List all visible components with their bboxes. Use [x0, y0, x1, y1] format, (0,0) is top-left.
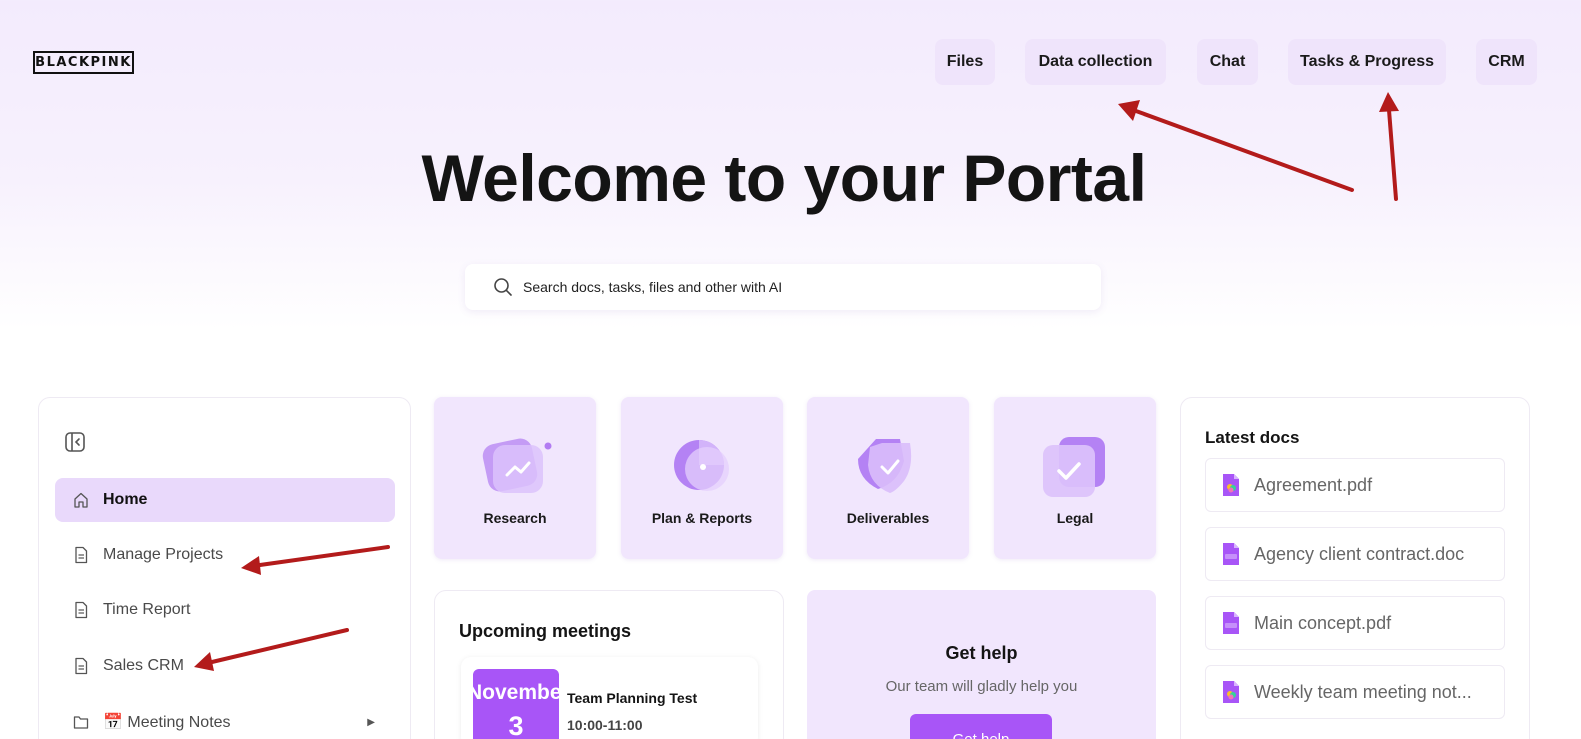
search-bar[interactable] [465, 264, 1101, 310]
doc-name: Agency client contract.doc [1254, 543, 1465, 564]
meeting-item[interactable]: November 3 Team Planning Test 10:00-11:0… [461, 657, 758, 739]
doc-item-main-concept[interactable]: Main concept.pdf [1205, 596, 1505, 650]
tile-label: Legal [1056, 510, 1094, 526]
sidebar-item-manage-projects[interactable]: Manage Projects [55, 533, 395, 577]
image-file-icon [1223, 681, 1239, 703]
tile-label: Deliverables [846, 510, 930, 526]
sidebar: Home Manage Projects Time Report Sales C… [38, 397, 411, 739]
meeting-day: 3 [508, 711, 524, 739]
pdf-file-icon [1223, 543, 1239, 565]
help-subtitle: Our team will gladly help you [885, 678, 1078, 695]
doc-file-icon [1223, 612, 1239, 634]
pie-chart-icon [674, 440, 729, 491]
meeting-month: November [473, 681, 559, 704]
tile-label: Research [483, 510, 547, 526]
checkmark-card-icon [1043, 437, 1105, 497]
sidebar-item-home[interactable]: Home [55, 478, 395, 522]
doc-name: Agreement.pdf [1254, 474, 1373, 495]
tile-research[interactable]: Research [434, 397, 596, 559]
meeting-time: 10:00-11:00 [567, 717, 643, 733]
sidebar-item-time-report[interactable]: Time Report [55, 588, 395, 632]
tile-plan-reports[interactable]: Plan & Reports [621, 397, 783, 559]
meetings-title: Upcoming meetings [459, 621, 632, 641]
nav-chat[interactable]: Chat [1197, 39, 1258, 85]
document-icon [75, 601, 88, 619]
home-icon [74, 492, 88, 508]
doc-name: Main concept.pdf [1254, 612, 1392, 633]
image-file-icon [1223, 474, 1239, 496]
brand-logo[interactable]: BLACKPINK [33, 51, 134, 74]
tile-deliverables[interactable]: Deliverables [807, 397, 969, 559]
doc-item-agency-contract[interactable]: Agency client contract.doc [1205, 527, 1505, 581]
sidebar-collapse-icon[interactable] [64, 431, 86, 453]
doc-name: Weekly team meeting not... [1254, 681, 1472, 702]
page-title: Welcome to your Portal [421, 141, 1147, 215]
sidebar-item-label: Sales CRM [103, 657, 184, 674]
get-help-card: Get help Our team will gladly help you G… [807, 590, 1156, 739]
tile-label: Plan & Reports [651, 510, 753, 526]
sidebar-item-sales-crm[interactable]: Sales CRM [55, 644, 395, 688]
nav-crm[interactable]: CRM [1476, 39, 1537, 85]
meeting-date-badge: November 3 [473, 669, 559, 739]
nav-files[interactable]: Files [935, 39, 995, 85]
sidebar-item-meeting-notes[interactable]: 📅 Meeting Notes ▶ [55, 700, 395, 739]
nav-tasks-progress[interactable]: Tasks & Progress [1288, 39, 1446, 85]
chevron-right-icon[interactable]: ▶ [367, 717, 375, 728]
help-title: Get help [945, 643, 1018, 663]
sidebar-item-label: 📅 Meeting Notes [103, 714, 231, 731]
search-input[interactable] [523, 279, 1083, 295]
meeting-title: Team Planning Test [567, 690, 698, 706]
shield-check-icon [858, 439, 912, 493]
latest-docs-card: Latest docs Agreement.pdf Agency client … [1180, 397, 1530, 739]
sidebar-item-label: Time Report [103, 601, 191, 618]
doc-item-agreement[interactable]: Agreement.pdf [1205, 458, 1505, 512]
upcoming-meetings-card: Upcoming meetings November 3 Team Planni… [434, 590, 784, 739]
doc-item-weekly-meeting[interactable]: Weekly team meeting not... [1205, 665, 1505, 719]
sidebar-item-label: Home [103, 491, 148, 508]
sidebar-item-label: Manage Projects [103, 546, 224, 563]
search-icon [494, 278, 512, 296]
docs-title: Latest docs [1205, 428, 1300, 447]
tile-legal[interactable]: Legal [994, 397, 1156, 559]
document-icon [75, 546, 88, 564]
get-help-button[interactable]: Get help [910, 714, 1052, 739]
document-icon [75, 657, 88, 675]
nav-data-collection[interactable]: Data collection [1025, 39, 1166, 85]
folder-icon [73, 716, 89, 729]
chart-icon [482, 438, 552, 493]
